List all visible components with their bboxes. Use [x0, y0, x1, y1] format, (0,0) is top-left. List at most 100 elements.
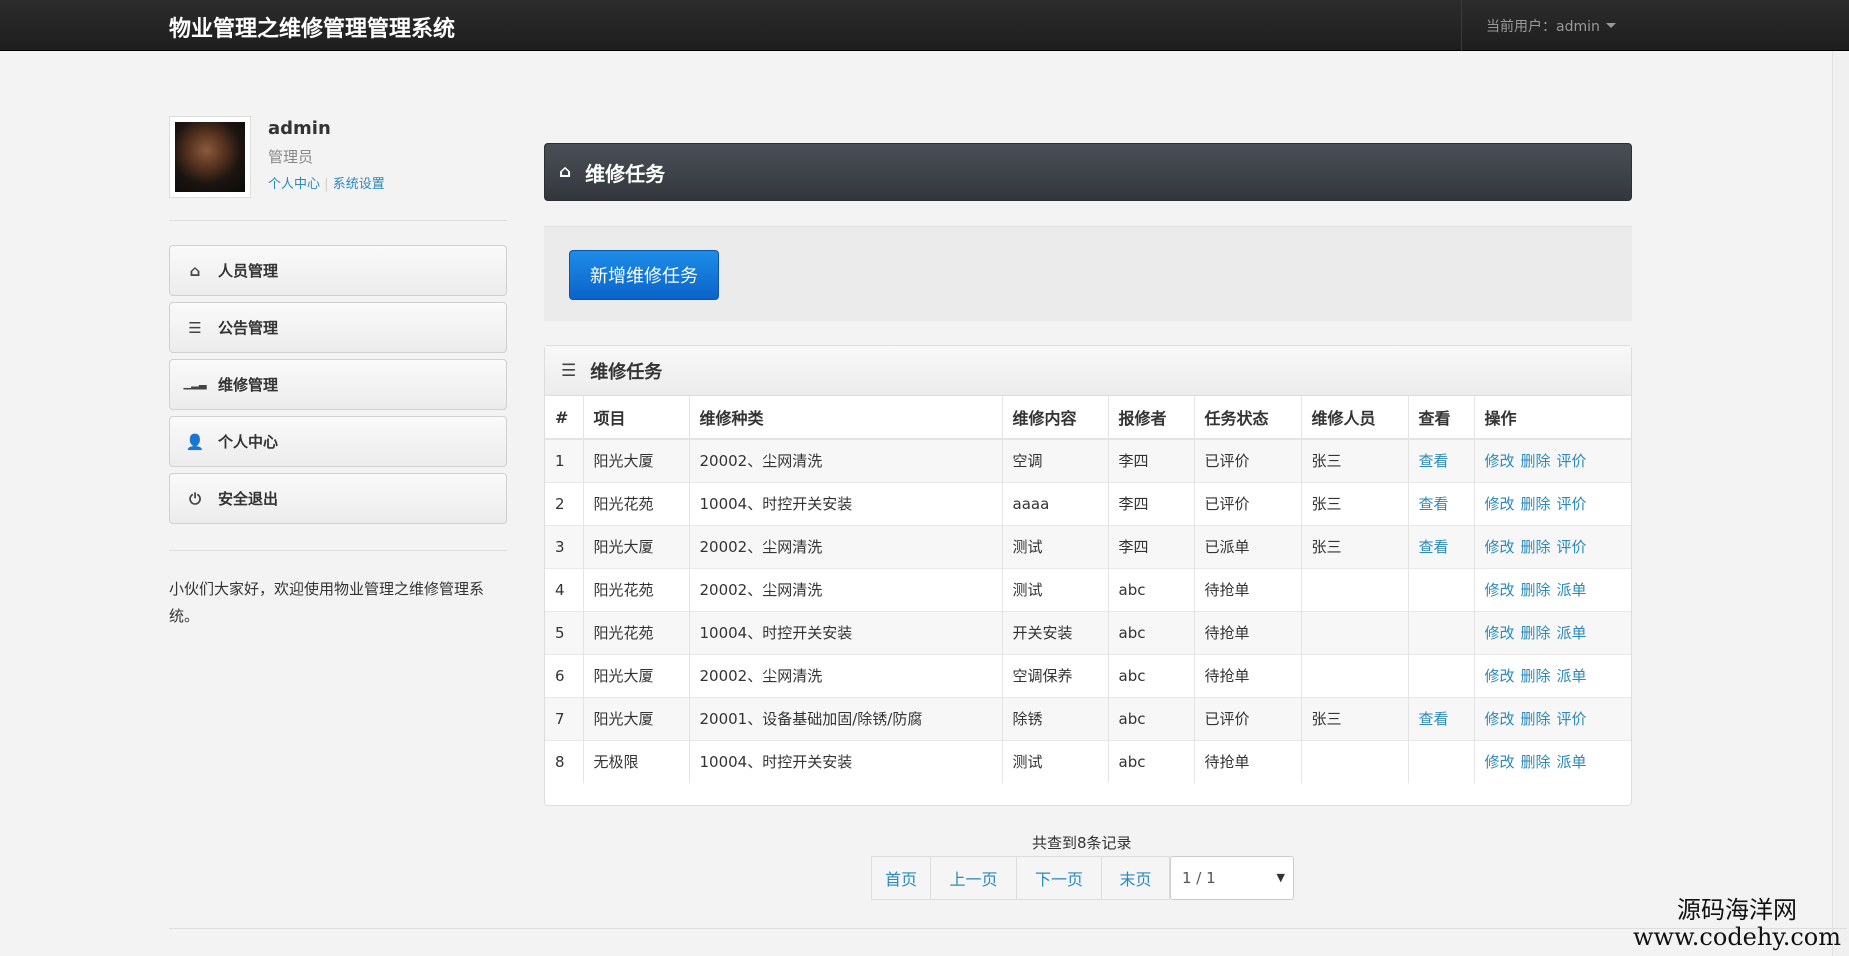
delete-link[interactable]: 删除 [1521, 753, 1551, 771]
app-title[interactable]: 物业管理之维修管理管理系统 [169, 11, 455, 43]
profile-card: admin 管理员 个人中心 | 系统设置 [169, 116, 507, 221]
cell-content: 开关安装 [1002, 611, 1109, 654]
chevron-down-icon [1605, 23, 1616, 28]
cell-content: 测试 [1002, 568, 1109, 611]
cell-view [1408, 611, 1475, 654]
edit-link[interactable]: 修改 [1485, 624, 1515, 642]
sidebar-item-repairs[interactable]: ▁▂▃ 维修管理 [169, 359, 507, 410]
cell-no: 3 [545, 525, 584, 568]
page-select[interactable]: 1 / 1 ▼ [1170, 856, 1294, 900]
dispatch-link[interactable]: 派单 [1557, 624, 1587, 642]
cell-status: 已评价 [1194, 697, 1302, 740]
cell-content: 空调 [1002, 439, 1109, 482]
last-page-button[interactable]: 末页 [1101, 856, 1170, 900]
system-settings-link[interactable]: 系统设置 [333, 177, 385, 192]
cell-actions: 修改 删除 评价 [1474, 482, 1631, 525]
avatar [169, 116, 251, 198]
view-link[interactable]: 查看 [1419, 495, 1449, 513]
edit-link[interactable]: 修改 [1485, 452, 1515, 470]
dispatch-link[interactable]: 派单 [1557, 581, 1587, 599]
delete-link[interactable]: 删除 [1521, 495, 1551, 513]
cell-worker [1301, 611, 1409, 654]
dispatch-link[interactable]: 派单 [1557, 753, 1587, 771]
table-row: 1 阳光大厦 20002、尘网清洗 空调 李四 已评价 张三 查看 修改 删除 评价 [545, 439, 1631, 482]
home-icon: ⌂ [559, 162, 572, 182]
delete-link[interactable]: 删除 [1521, 710, 1551, 728]
dispatch-link[interactable]: 派单 [1557, 667, 1587, 685]
view-link[interactable]: 查看 [1419, 452, 1449, 470]
sidebar-menu: ⌂ 人员管理 ☰ 公告管理 ▁▂▃ 维修管理 👤 个人中心 ⏻ 安全退出 [169, 245, 507, 530]
cell-content: 测试 [1002, 740, 1109, 783]
edit-link[interactable]: 修改 [1485, 538, 1515, 556]
edit-link[interactable]: 修改 [1485, 667, 1515, 685]
cell-no: 5 [545, 611, 584, 654]
current-user-dropdown[interactable]: 当前用户：admin [1461, 0, 1631, 51]
cell-no: 6 [545, 654, 584, 697]
table-row: 5 阳光花苑 10004、时控开关安装 开关安装 abc 待抢单 修改 删除 派单 [545, 611, 1631, 654]
vertical-scrollbar[interactable] [1832, 51, 1849, 956]
page-select-value: 1 / 1 [1182, 869, 1216, 887]
list-icon: ☰ [561, 360, 577, 381]
delete-link[interactable]: 删除 [1521, 538, 1551, 556]
delete-link[interactable]: 删除 [1521, 581, 1551, 599]
cell-project: 阳光大厦 [583, 439, 690, 482]
edit-link[interactable]: 修改 [1485, 495, 1515, 513]
repair-task-panel: ☰ 维修任务 # 项目 维修种类 维修内容 报修者 任务状态 维修人员 查看 操… [544, 345, 1632, 806]
cell-worker [1301, 740, 1409, 783]
panel-title: 维修任务 [590, 361, 663, 383]
view-link[interactable]: 查看 [1419, 538, 1449, 556]
sidebar-item-personnel[interactable]: ⌂ 人员管理 [169, 245, 507, 296]
column-header: 维修种类 [689, 396, 1003, 440]
cell-view [1408, 740, 1475, 783]
table-row: 2 阳光花苑 10004、时控开关安装 aaaa 李四 已评价 张三 查看 修改 删除 评价 [545, 482, 1631, 525]
table-row: 7 阳光大厦 20001、设备基础加固/除锈/防腐 除锈 abc 已评价 张三 查看 修改 删除评… [545, 697, 1631, 740]
welcome-message: 小伙们大家好，欢迎使用物业管理之维修管理系统。 [169, 580, 485, 625]
rate-link[interactable]: 评价 [1557, 495, 1587, 513]
edit-link[interactable]: 修改 [1485, 581, 1515, 599]
cell-actions: 修改 删除 派单 [1474, 654, 1631, 697]
delete-link[interactable]: 删除 [1521, 624, 1551, 642]
cell-view: 查看 [1408, 525, 1475, 568]
cell-content: aaaa [1002, 482, 1109, 525]
cell-no: 4 [545, 568, 584, 611]
cell-no: 1 [545, 439, 584, 482]
cell-status: 待抢单 [1194, 654, 1302, 697]
rate-link[interactable]: 评价 [1557, 710, 1587, 728]
cell-project: 阳光花苑 [583, 611, 690, 654]
cell-worker [1301, 654, 1409, 697]
sidebar-item-logout[interactable]: ⏻ 安全退出 [169, 473, 507, 524]
prev-page-button[interactable]: 上一页 [930, 856, 1016, 900]
cell-status: 已派单 [1194, 525, 1302, 568]
watermark: 源码海洋网 www.codehy.com [1633, 896, 1841, 950]
cell-actions: 修改 删除 评价 [1474, 525, 1631, 568]
cell-reporter: 李四 [1108, 482, 1195, 525]
pagination: 首页 上一页 下一页 末页 1 / 1 ▼ [871, 856, 1294, 900]
sidebar-item-label: 个人中心 [218, 433, 279, 451]
cell-actions: 修改 删除 派单 [1474, 740, 1631, 783]
cell-view: 查看 [1408, 439, 1475, 482]
edit-link[interactable]: 修改 [1485, 753, 1515, 771]
table-header-row: # 项目 维修种类 维修内容 报修者 任务状态 维修人员 查看 操作 [545, 396, 1631, 440]
cell-reporter: abc [1108, 697, 1195, 740]
column-header: 维修内容 [1002, 396, 1109, 440]
column-header: 任务状态 [1194, 396, 1302, 440]
cell-type: 20002、尘网清洗 [689, 525, 1003, 568]
watermark-title: 源码海洋网 [1677, 896, 1797, 924]
first-page-button[interactable]: 首页 [871, 856, 930, 900]
next-page-button[interactable]: 下一页 [1016, 856, 1101, 900]
view-link[interactable]: 查看 [1419, 710, 1449, 728]
delete-link[interactable]: 删除 [1521, 667, 1551, 685]
add-repair-task-button[interactable]: 新增维修任务 [569, 250, 719, 300]
sidebar-item-personal-center[interactable]: 👤 个人中心 [169, 416, 507, 467]
cell-reporter: abc [1108, 568, 1195, 611]
rate-link[interactable]: 评价 [1557, 452, 1587, 470]
delete-link[interactable]: 删除 [1521, 452, 1551, 470]
sidebar-item-notices[interactable]: ☰ 公告管理 [169, 302, 507, 353]
rate-link[interactable]: 评价 [1557, 538, 1587, 556]
cell-view: 查看 [1408, 482, 1475, 525]
column-header: # [545, 396, 584, 440]
personal-center-link[interactable]: 个人中心 [268, 177, 320, 192]
sidebar-item-label: 人员管理 [218, 262, 279, 280]
divider [169, 220, 507, 221]
edit-link[interactable]: 修改 [1485, 710, 1515, 728]
